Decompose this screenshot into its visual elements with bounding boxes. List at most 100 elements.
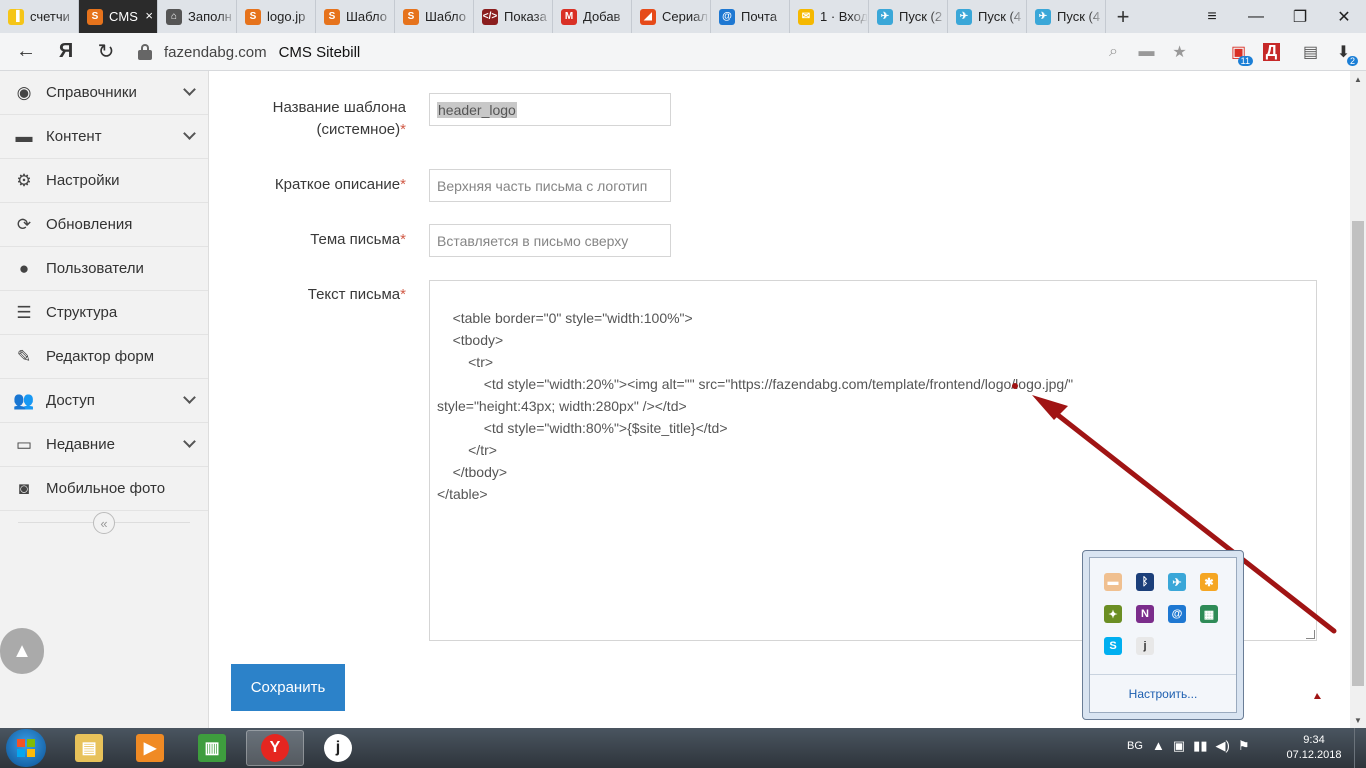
telegram-icon[interactable]: ✈	[1168, 573, 1186, 591]
new-tab-button[interactable]: +	[1106, 0, 1140, 33]
sidebar-item-label: Настройки	[46, 172, 120, 189]
clock-time: 9:34	[1303, 734, 1325, 746]
browser-tab[interactable]: ✈ Пуск (2	[869, 0, 948, 33]
eraser-icon[interactable]: ▬	[1104, 573, 1122, 591]
browser-tab[interactable]: Slogo.jp	[237, 0, 316, 33]
sidebar-item[interactable]: ◙ Мобильное фото	[0, 467, 208, 511]
customize-tray-link[interactable]: Настроить...	[1090, 687, 1236, 701]
short-description-input[interactable]: Верхняя часть письма с логотип	[429, 169, 671, 202]
reload-button[interactable]: ↻	[86, 33, 126, 71]
email-body-label: Текст письма*	[307, 286, 406, 303]
url-field[interactable]: fazendabg.com CMS Sitebill	[138, 38, 1203, 66]
sidebar-item-label: Справочники	[46, 84, 137, 101]
windows-taskbar: ▤ ▶ ▥ Yj BG ▲ ▣ ▮▮ ◀) ⚑ 9:34 07.12.2018	[0, 728, 1366, 768]
back-button[interactable]: ←	[6, 33, 46, 71]
taskbar-app-button[interactable]: ▥	[183, 730, 241, 766]
minimize-button[interactable]: —	[1234, 0, 1278, 33]
browser-tab[interactable]: </> Показа	[474, 0, 553, 33]
restore-button[interactable]: ❐	[1278, 0, 1322, 33]
template-name-input[interactable]: header_logo	[429, 93, 671, 126]
show-hidden-icons-icon[interactable]: ▲	[1152, 738, 1165, 754]
windows-app-icon[interactable]: ▦	[1200, 605, 1218, 623]
sidebar-item[interactable]: ⟳ Обновления	[0, 203, 208, 247]
tab-title: CMS	[109, 9, 138, 24]
tab-favicon-icon: M	[561, 8, 577, 25]
tab-favicon-icon: ⌂	[166, 8, 182, 25]
browser-tab[interactable]: S Шабло	[316, 0, 395, 33]
globe-icon: ◉	[16, 82, 32, 102]
sidebar-item[interactable]: ✎ Редактор форм	[0, 335, 208, 379]
scroll-down-arrow[interactable]: ▼	[1350, 712, 1366, 728]
close-window-button[interactable]: ✕	[1322, 0, 1366, 33]
bird-icon[interactable]: ✦	[1104, 605, 1122, 623]
onenote-icon[interactable]: N	[1136, 605, 1154, 623]
collapse-sidebar-button[interactable]: «	[93, 512, 115, 534]
url-domain: fazendabg.com	[164, 43, 267, 61]
language-indicator[interactable]: BG	[1127, 740, 1143, 752]
taskbar-app-button[interactable]: j	[309, 730, 367, 766]
tab-favicon-icon: ✈	[956, 8, 972, 25]
taskbar-clock[interactable]: 9:34 07.12.2018	[1282, 733, 1346, 763]
sidebar-item[interactable]: ☰ Структура	[0, 291, 208, 335]
sidebar-item[interactable]: ◉ Справочники	[0, 71, 208, 115]
taskbar-app-button[interactable]: ▶	[121, 730, 179, 766]
tab-favicon-icon: ✉	[798, 8, 814, 25]
zoom-icon[interactable]: ⌕	[1097, 33, 1130, 71]
lock-icon[interactable]	[138, 44, 152, 60]
address-bar-actions: ⌕ ▬ ★ ▣ 11 Д ▤ ⬇ 2	[1097, 33, 1366, 71]
browser-menu-button[interactable]: ≡	[1190, 0, 1234, 33]
taskbar-app-button[interactable]: ▤	[60, 730, 118, 766]
scroll-up-arrow[interactable]: ▲	[1350, 71, 1366, 87]
network-signal-icon[interactable]: ▮▮	[1193, 738, 1207, 754]
browser-tab[interactable]: ✈ Пуск (4	[948, 0, 1027, 33]
browser-tab[interactable]: ◢ Сериал	[632, 0, 711, 33]
template-name-value: header_logo	[437, 101, 517, 118]
action-center-flag-icon[interactable]: ⚑	[1238, 738, 1250, 754]
sidebar-item[interactable]: ▬ Контент	[0, 115, 208, 159]
close-tab-icon[interactable]: ×	[145, 8, 153, 23]
dict-extension-icon[interactable]: Д	[1255, 33, 1288, 71]
start-button[interactable]	[6, 729, 46, 767]
sidebar-item-label: Структура	[46, 304, 118, 321]
short-description-label: Краткое описание*	[274, 176, 406, 193]
tab-favicon-icon: S	[403, 8, 419, 25]
scroll-to-top-button[interactable]: ▲	[0, 628, 44, 674]
downloads-icon[interactable]: ⬇ 2	[1327, 33, 1360, 71]
browser-tab[interactable]: M Добав	[553, 0, 632, 33]
browser-tab[interactable]: @ Почта	[711, 0, 790, 33]
sidebar-item[interactable]: ● Пользователи	[0, 247, 208, 291]
j-app-icon[interactable]: j	[1136, 637, 1154, 655]
mail-badge: 11	[1237, 56, 1253, 66]
skype-icon[interactable]: S	[1104, 637, 1122, 655]
star-app-icon[interactable]: ✱	[1200, 573, 1218, 591]
show-desktop-button[interactable]	[1354, 728, 1366, 768]
screenshot-extension-icon[interactable]: ▤	[1294, 33, 1327, 71]
email-subject-input[interactable]: Вставляется в письмо сверху	[429, 224, 671, 257]
sidebar-item[interactable]: 👥 Доступ	[0, 379, 208, 423]
at-mail-icon[interactable]: @	[1168, 605, 1186, 623]
browser-tab[interactable]: S CMS ×	[79, 0, 158, 33]
bluetooth-icon[interactable]: ᛒ	[1136, 573, 1154, 591]
browser-tab[interactable]: ▐ счетчи	[0, 0, 79, 33]
volume-icon[interactable]: ◀)	[1215, 738, 1229, 754]
sidebar-item[interactable]: ⚙ Настройки	[0, 159, 208, 203]
bookmark-star-icon[interactable]: ★	[1163, 33, 1196, 71]
email-body-text: <table border="0" style="width:100%"> <t…	[437, 310, 1074, 502]
page-scrollbar[interactable]: ▲ ▼	[1350, 71, 1366, 728]
scrollbar-thumb[interactable]	[1352, 221, 1364, 686]
browser-tab[interactable]: ✈ Пуск (4	[1027, 0, 1106, 33]
yandex-home-button[interactable]: Я	[46, 33, 86, 71]
textarea-resize-handle[interactable]	[1306, 630, 1315, 639]
taskbar-app-button[interactable]: Y	[246, 730, 304, 766]
chevron-down-icon	[183, 435, 196, 448]
save-button[interactable]: Сохранить	[231, 664, 345, 711]
usb-device-icon[interactable]: ▣	[1173, 738, 1185, 754]
explorer-icon: ▤	[75, 734, 103, 762]
tab-favicon-icon: ▐	[8, 8, 24, 25]
browser-tab[interactable]: ⌂ Заполн	[158, 0, 237, 33]
browser-tab[interactable]: ✉ 1 · Вход	[790, 0, 869, 33]
mail-extension-icon[interactable]: ▣ 11	[1222, 33, 1255, 71]
sidebar-item[interactable]: ▭ Недавние	[0, 423, 208, 467]
browser-tab[interactable]: S Шабло	[395, 0, 474, 33]
reader-icon[interactable]: ▬	[1130, 33, 1163, 71]
